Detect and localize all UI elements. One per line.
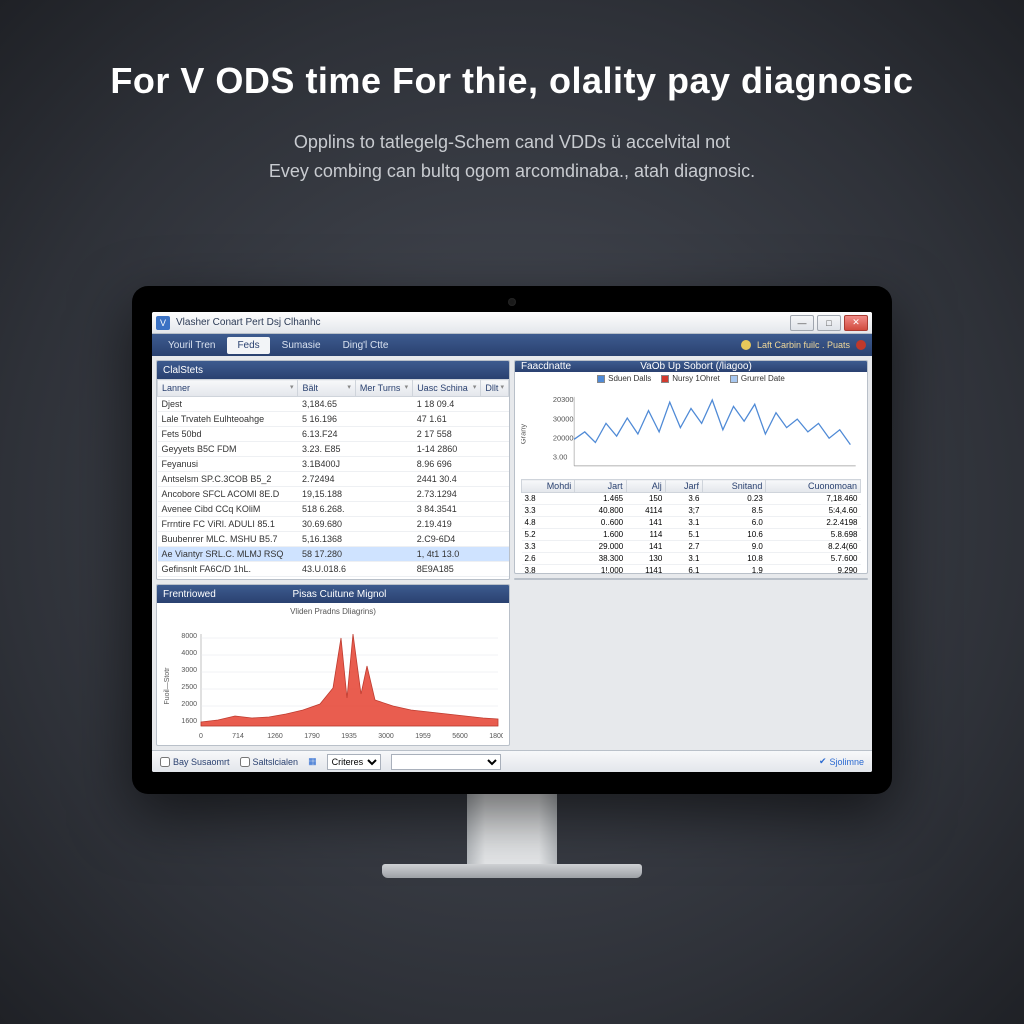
table-row[interactable]: 3.340.80041143;78.55:4,4.60 xyxy=(522,505,861,517)
table-row[interactable]: Ancobore SFCL ACOMI 8E.D19,15.1882.73.12… xyxy=(158,487,509,502)
column-header[interactable]: Mer Turns▾ xyxy=(355,380,412,397)
svg-text:0: 0 xyxy=(199,733,203,740)
alert-dot-icon xyxy=(856,340,866,350)
table-row[interactable]: Frrntire FC ViRl. ADULI 85.130.69.6802.1… xyxy=(158,517,509,532)
table-row[interactable]: Fets 50bd6.13.F242 17 558 xyxy=(158,427,509,442)
table-row[interactable]: Ae Viantyr SRL.C. MLMJ RSQ58 17.2801, 4t… xyxy=(158,547,509,562)
stats-panel-title: ClalStets xyxy=(163,365,203,376)
checkbox-salts[interactable]: Saltslcialen xyxy=(240,757,299,767)
svg-text:3.00: 3.00 xyxy=(553,453,567,462)
table-row[interactable]: Avenee Cibd CCq KOliM518 6.268.3 84.3541 xyxy=(158,502,509,517)
tab-sumasie[interactable]: Sumasie xyxy=(272,337,331,354)
svg-text:2000: 2000 xyxy=(181,701,197,708)
svg-text:1959: 1959 xyxy=(415,733,431,740)
menubar-status: Laft Carbin fuilc . Puats xyxy=(741,340,866,350)
column-header[interactable]: Lanner▾ xyxy=(158,380,298,397)
table-row[interactable]: Antselsm SP.C.3COB B5_22.724942441 30.4 xyxy=(158,472,509,487)
legend-swatch-blue-icon xyxy=(597,375,605,383)
trend-data-table[interactable]: MohdiJartAljJarfSnitandCuonomoan 3.81.46… xyxy=(521,479,861,574)
table-row[interactable]: 4.80..6001413.16.02.2.4198 xyxy=(522,517,861,529)
maximize-button[interactable]: □ xyxy=(817,315,841,331)
table-row[interactable]: Buubenrer MLC. MSHU B5.75,16.13682.C9-6D… xyxy=(158,532,509,547)
table-row[interactable]: Feyanusi3.1B400J8.96 696 xyxy=(158,457,509,472)
pressure-chart-title: Vliden Pradns Dliagrins) xyxy=(163,607,503,616)
table-row[interactable]: 3.81.4651503.60.237,18.460 xyxy=(522,493,861,505)
diagnostic-panel-title: diagnostales xyxy=(521,579,577,580)
table-row[interactable]: 3.329.0001412.79.08.2.4(60 xyxy=(522,541,861,553)
svg-text:4000: 4000 xyxy=(181,650,197,657)
secondary-select[interactable] xyxy=(391,754,501,770)
trend-panel: Faacdnatte VaOb Up Sobort (/liagoo) Sdue… xyxy=(514,360,868,574)
svg-text:3000: 3000 xyxy=(378,733,394,740)
table-row[interactable]: Lale Trvateh Eulhteoahge5 16.19647 1.61 xyxy=(158,412,509,427)
trend-legend: Sduen Dalls Nursy 1Ohret Grurrel Date xyxy=(515,372,867,385)
pressure-panel-subtitle: Pisas Cuitune Mignol xyxy=(216,589,463,600)
svg-text:3000: 3000 xyxy=(181,667,197,674)
table-row[interactable]: 2.638.3001303.110.85.7.600 xyxy=(522,553,861,565)
menubar: Youril Tren Feds Sumasie Ding'l Ctte Laf… xyxy=(152,334,872,356)
svg-text:1800: 1800 xyxy=(489,733,503,740)
table-row[interactable]: Djest3,184.651 18 09.4 xyxy=(158,397,509,412)
svg-text:20000: 20000 xyxy=(553,433,574,442)
svg-text:20300: 20300 xyxy=(553,395,574,404)
stats-table[interactable]: Lanner▾Bält▾Mer Turns▾Uasc Schina▾Dllt▾ … xyxy=(157,379,509,579)
svg-text:1260: 1260 xyxy=(267,733,283,740)
svg-text:1790: 1790 xyxy=(304,733,320,740)
table-row[interactable]: Geyyets B5C FDM3.23. E851-14 2860 xyxy=(158,442,509,457)
svg-text:Fuoil—Stotr: Fuoil—Stotr xyxy=(164,667,171,705)
legend-swatch-lblue-icon xyxy=(730,375,738,383)
window-title: Vlasher Conart Pert Dsj Clhanhc xyxy=(176,317,790,328)
trend-chart: Grany 20300 30000 20000 3.00 xyxy=(521,389,861,479)
pressure-panel: Frentriowed Pisas Cuitune Mignol Vliden … xyxy=(156,584,510,746)
table-row[interactable]: 3.81!.00011416.11.99.290 xyxy=(522,565,861,575)
legend-swatch-red-icon xyxy=(661,375,669,383)
app-icon: V xyxy=(156,316,170,330)
svg-text:30000: 30000 xyxy=(553,414,574,423)
tab-feds[interactable]: Feds xyxy=(227,337,269,354)
statusbar: Bay Susaomrt Saltslcialen ▦ Criteres ✔Sj… xyxy=(152,750,872,772)
svg-text:2500: 2500 xyxy=(181,684,197,691)
pressure-chart: Fuoil—Stotr 8000 4000 3000 2500 2000 1600 0 71… xyxy=(163,618,503,746)
svg-text:5600: 5600 xyxy=(452,733,468,740)
tab-youril[interactable]: Youril Tren xyxy=(158,337,225,354)
diagnostic-panel-subtitle: Vielgin Orabeser Dlagnolon) xyxy=(577,579,821,580)
table-row[interactable]: 5.21.6001145.110.65.8.698 xyxy=(522,529,861,541)
stats-panel: ClalStets Lanner▾Bält▾Mer Turns▾Uasc Sch… xyxy=(156,360,510,580)
table-row[interactable]: Gefinsnlt FA6C/D 1hL.43.U.018.68E9A185 xyxy=(158,562,509,577)
svg-text:1600: 1600 xyxy=(181,718,197,725)
column-header[interactable]: Dllt▾ xyxy=(481,380,509,397)
svg-text:714: 714 xyxy=(232,733,244,740)
svg-text:8000: 8000 xyxy=(181,633,197,640)
pressure-panel-title: Frentriowed xyxy=(163,589,216,600)
window-titlebar[interactable]: V Vlasher Conart Pert Dsj Clhanhc — □ ✕ xyxy=(152,312,872,334)
status-dot-icon xyxy=(741,340,751,350)
trend-panel-subtitle: VaOb Up Sobort (/liagoo) xyxy=(571,361,821,372)
camera-icon xyxy=(508,298,516,306)
close-button[interactable]: ✕ xyxy=(844,315,868,331)
hero-subtitle: Opplins to tatlegelg-Schem cand VDDs ü a… xyxy=(0,128,1024,186)
svg-text:1935: 1935 xyxy=(341,733,357,740)
tab-ding[interactable]: Ding'l Ctte xyxy=(333,337,399,354)
diagnostic-panel: diagnostales Vielgin Orabeser Dlagnolon)… xyxy=(514,578,868,580)
minimize-button[interactable]: — xyxy=(790,315,814,331)
column-header[interactable]: Uasc Schina▾ xyxy=(413,380,481,397)
criteria-select[interactable]: Criteres xyxy=(327,754,381,770)
app-window: V Vlasher Conart Pert Dsj Clhanhc — □ ✕ … xyxy=(152,312,872,772)
hero-title: For V ODS time For thie, olality pay dia… xyxy=(0,60,1024,102)
trend-panel-title: Faacdnatte xyxy=(521,361,571,372)
svg-text:Grany: Grany xyxy=(521,424,527,444)
checkbox-bay[interactable]: Bay Susaomrt xyxy=(160,757,230,767)
column-header[interactable]: Bält▾ xyxy=(298,380,355,397)
link-sjolimne[interactable]: ✔Sjolimne xyxy=(819,756,864,767)
table-row[interactable]: Posbhonss OFLC ?. Alldriat2´15.68.6 xyxy=(158,577,509,580)
monitor-frame: V Vlasher Conart Pert Dsj Clhanhc — □ ✕ … xyxy=(132,286,892,878)
